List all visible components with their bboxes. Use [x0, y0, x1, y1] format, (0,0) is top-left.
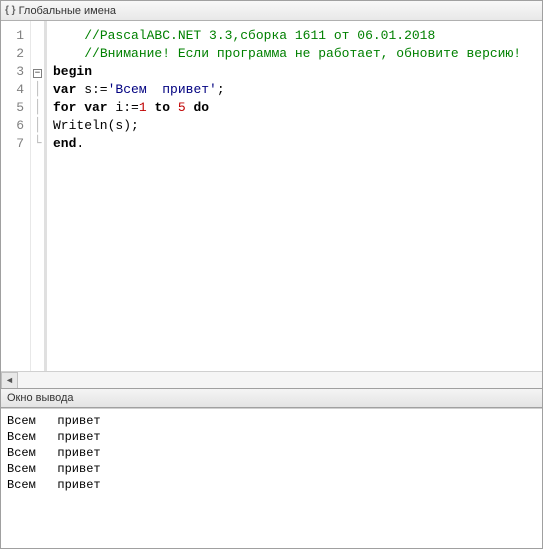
ide-window: { } Глобальные имена 1 2 3 4 5 6 7 − │ │…	[0, 0, 543, 549]
fold-toggle[interactable]: −	[31, 63, 44, 81]
number: 5	[178, 100, 186, 115]
line-number: 1	[1, 27, 30, 45]
output-line: Всем привет	[7, 445, 536, 461]
comment: //Внимание! Если программа не работает, …	[84, 46, 521, 61]
fold-line: └	[31, 135, 44, 153]
keyword-begin: begin	[53, 64, 92, 79]
output-line: Всем привет	[7, 477, 536, 493]
fold-line: │	[31, 117, 44, 135]
string-literal: 'Всем привет'	[108, 82, 217, 97]
code-content[interactable]: //PascalABC.NET 3.3,сборка 1611 от 06.01…	[47, 21, 542, 371]
number: 1	[139, 100, 147, 115]
top-tab-bar: { } Глобальные имена	[1, 1, 542, 21]
horizontal-scrollbar[interactable]: ◄	[1, 371, 542, 388]
output-title: Окно вывода	[7, 392, 74, 404]
fold-column: − │ │ │ └	[31, 21, 47, 371]
code-editor[interactable]: 1 2 3 4 5 6 7 − │ │ │ └ //PascalABC.NET …	[1, 21, 542, 371]
line-number: 4	[1, 81, 30, 99]
fold-line: │	[31, 99, 44, 117]
keyword-end: end	[53, 136, 76, 151]
line-number: 7	[1, 135, 30, 153]
output-line: Всем привет	[7, 461, 536, 477]
comment: //PascalABC.NET 3.3,сборка 1611 от 06.01…	[84, 28, 435, 43]
output-line: Всем привет	[7, 413, 536, 429]
code-line: var s:='Всем привет';	[53, 81, 542, 99]
keyword-do: do	[186, 100, 209, 115]
keyword-for-var: for var	[53, 100, 108, 115]
keyword-var: var	[53, 82, 76, 97]
fold-empty	[31, 45, 44, 63]
code-line: //PascalABC.NET 3.3,сборка 1611 от 06.01…	[53, 27, 542, 45]
minus-icon: −	[33, 69, 42, 78]
output-line: Всем привет	[7, 429, 536, 445]
line-number: 2	[1, 45, 30, 63]
code-line: end.	[53, 135, 542, 153]
fold-empty	[31, 27, 44, 45]
chevron-left-icon[interactable]: ◄	[1, 372, 18, 389]
fold-line: │	[31, 81, 44, 99]
keyword-to: to	[147, 100, 178, 115]
line-number: 5	[1, 99, 30, 117]
tab-global-names[interactable]: { } Глобальные имена	[5, 5, 116, 17]
line-number-gutter: 1 2 3 4 5 6 7	[1, 21, 31, 371]
code-line: for var i:=1 to 5 do	[53, 99, 542, 117]
code-line: begin	[53, 63, 542, 81]
output-panel[interactable]: Всем приветВсем приветВсем приветВсем пр…	[1, 408, 542, 548]
output-panel-header: Окно вывода	[1, 388, 542, 408]
line-number: 6	[1, 117, 30, 135]
tab-label: Глобальные имена	[19, 5, 117, 17]
line-number: 3	[1, 63, 30, 81]
code-line: Writeln(s);	[53, 117, 542, 135]
code-line: //Внимание! Если программа не работает, …	[53, 45, 542, 63]
braces-icon: { }	[5, 5, 16, 16]
